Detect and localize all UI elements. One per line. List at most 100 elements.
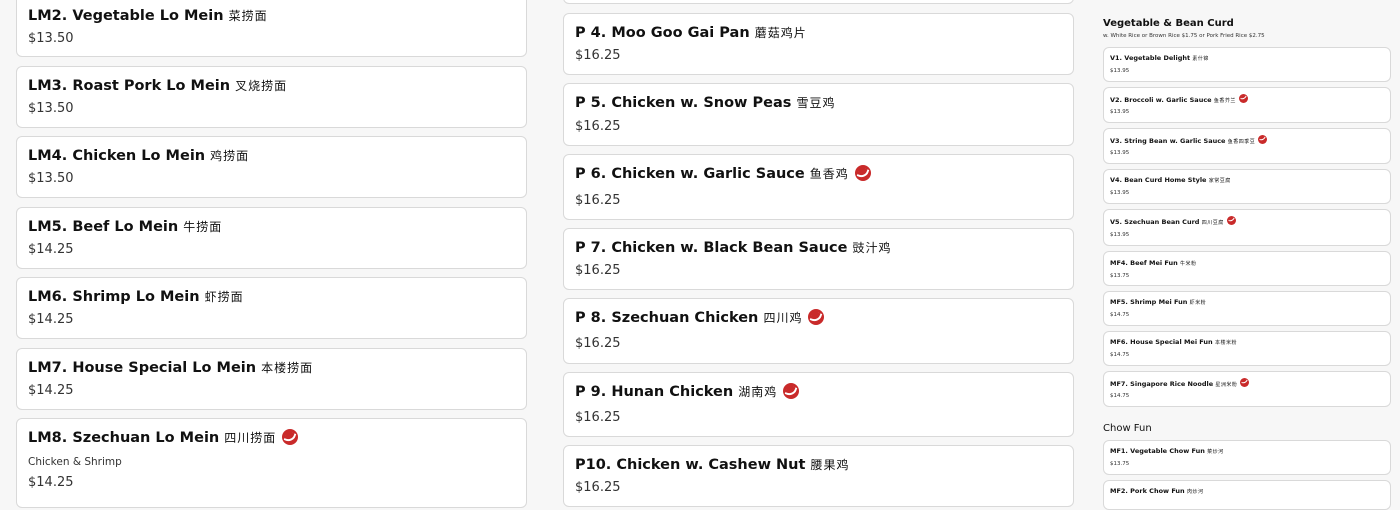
item-name: LM6. Shrimp Lo Mein [28,289,200,305]
menu-item-card[interactable]: MF7. Singapore Rice Noodle 星洲米粉 $14.75 [1103,371,1391,407]
item-price: $13.75 [1110,461,1130,467]
menu-item-card[interactable]: LM6. Shrimp Lo Mein 虾捞面 $14.25 [16,277,527,339]
item-price: $13.95 [1110,150,1130,156]
item-name: LM5. Beef Lo Mein [28,219,179,235]
menu-item-card[interactable]: MF6. House Special Mei Fun 本楼米粉 $14.75 [1103,331,1391,366]
item-name: P 7. Chicken w. Black Bean Sauce [575,240,848,256]
item-price: $14.25 [28,312,74,327]
menu-item-card[interactable]: P 5. Chicken w. Snow Peas 雪豆鸡 $16.25 [563,83,1074,146]
section-subtitle: w. White Rice or Brown Rice $1.75 or Por… [1103,33,1265,39]
item-chinese-name: 蘑菇鸡片 [754,26,807,40]
menu-item-card[interactable]: LM2. Vegetable Lo Mein 菜捞面 $13.50 [16,0,527,57]
item-name: V5. Szechuan Bean Curd [1110,218,1200,226]
item-name: MF1. Vegetable Chow Fun [1110,447,1205,455]
item-price: $13.50 [28,31,74,46]
item-price: $16.25 [575,410,621,425]
menu-item-card[interactable]: LM8. Szechuan Lo Mein 四川捞面 Chicken & Shr… [16,418,527,508]
item-price: $14.25 [28,383,74,398]
menu-item-card[interactable] [563,0,1074,4]
item-price: $13.95 [1110,232,1130,238]
menu-item-card[interactable]: V1. Vegetable Delight 素什锦 $13.95 [1103,47,1391,82]
vegetable-bean-curd-column: Vegetable & Bean Curd w. White Rice or B… [1092,0,1400,510]
item-price: $13.50 [28,101,74,116]
item-name: LM8. Szechuan Lo Mein [28,430,220,446]
item-price: $13.50 [28,171,74,186]
menu-item-card[interactable]: MF5. Shrimp Mei Fun 虾米粉 $14.75 [1103,291,1391,326]
lo-mein-column: LM2. Vegetable Lo Mein 菜捞面 $13.50 LM3. R… [0,0,542,508]
item-name: P 6. Chicken w. Garlic Sauce [575,166,805,182]
menu-item-card[interactable]: P 7. Chicken w. Black Bean Sauce 豉汁鸡 $16… [563,228,1074,290]
item-chinese-name: 虾米粉 [1189,300,1207,306]
item-name: LM7. House Special Lo Mein [28,360,257,376]
menu-item-card[interactable]: LM5. Beef Lo Mein 牛捞面 $14.25 [16,207,527,269]
item-name: V4. Bean Curd Home Style [1110,176,1207,184]
menu-item-card[interactable]: V4. Bean Curd Home Style 家常豆腐 $13.95 [1103,169,1391,204]
menu-item-card[interactable]: MF4. Beef Mei Fun 牛米粉 $13.75 [1103,251,1391,286]
item-price: $16.25 [575,263,621,278]
chili-pepper-icon [1240,378,1250,387]
chili-pepper-icon [783,383,800,399]
item-chinese-name: 豉汁鸡 [852,241,892,255]
menu-item-card[interactable]: V3. String Bean w. Garlic Sauce 鱼香四季豆 $1… [1103,128,1391,164]
item-price: $16.25 [575,119,621,134]
menu-item-card[interactable]: LM3. Roast Pork Lo Mein 叉烧捞面 $13.50 [16,66,527,128]
menu-item-card[interactable]: P 8. Szechuan Chicken 四川鸡 $16.25 [563,298,1074,364]
item-chinese-name: 四川豆腐 [1201,220,1224,226]
item-chinese-name: 星洲米粉 [1215,382,1238,388]
menu-item-card[interactable]: P 4. Moo Goo Gai Pan 蘑菇鸡片 $16.25 [563,13,1074,75]
item-chinese-name: 腰果鸡 [810,458,850,472]
item-chinese-name: 菜捞面 [228,9,268,23]
item-chinese-name: 四川鸡 [763,311,803,325]
menu-item-card[interactable]: MF2. Pork Chow Fun 肉炒河 [1103,480,1391,510]
item-chinese-name: 菜炒河 [1207,449,1224,455]
item-name: P 9. Hunan Chicken [575,384,734,400]
item-price: $14.25 [28,242,74,257]
item-price: $14.75 [1110,312,1130,318]
item-name: MF4. Beef Mei Fun [1110,259,1178,267]
item-price: $13.75 [1110,273,1130,279]
menu-item-card[interactable]: LM7. House Special Lo Mein 本楼捞面 $14.25 [16,348,527,410]
item-chinese-name: 本楼捞面 [261,361,314,375]
item-chinese-name: 鱼香芥兰 [1213,98,1236,104]
menu-item-card[interactable]: P 6. Chicken w. Garlic Sauce 鱼香鸡 $16.25 [563,154,1074,220]
item-description: Chicken & Shrimp [28,456,122,468]
item-chinese-name: 家常豆腐 [1208,178,1231,184]
item-chinese-name: 素什锦 [1192,56,1209,62]
menu-item-card[interactable]: LM4. Chicken Lo Mein 鸡捞面 $13.50 [16,136,527,198]
item-price: $13.95 [1110,68,1130,74]
menu-item-card[interactable]: V5. Szechuan Bean Curd 四川豆腐 $13.95 [1103,209,1391,246]
item-chinese-name: 鸡捞面 [210,149,250,163]
item-price: $16.25 [575,48,621,63]
section-title-chow-fun: Chow Fun [1103,423,1152,434]
chili-pepper-icon [1238,94,1248,103]
item-name: V3. String Bean w. Garlic Sauce [1110,137,1226,145]
menu-item-card[interactable]: V2. Broccoli w. Garlic Sauce 鱼香芥兰 $13.95 [1103,87,1391,123]
item-price: $13.95 [1110,190,1130,196]
item-name: V2. Broccoli w. Garlic Sauce [1110,96,1212,104]
item-chinese-name: 肉炒河 [1186,489,1204,495]
chili-pepper-icon [854,165,871,181]
item-name: MF5. Shrimp Mei Fun [1110,298,1188,306]
item-price: $16.25 [575,336,621,351]
menu-item-card[interactable]: P10. Chicken w. Cashew Nut 腰果鸡 $16.25 [563,445,1074,507]
poultry-column: P 4. Moo Goo Gai Pan 蘑菇鸡片 $16.25 P 5. Ch… [548,0,1088,507]
item-chinese-name: 虾捞面 [204,290,244,304]
item-price: $14.75 [1110,352,1130,358]
item-name: P10. Chicken w. Cashew Nut [575,457,806,473]
item-chinese-name: 本楼米粉 [1214,340,1237,346]
item-name: P 5. Chicken w. Snow Peas [575,95,792,111]
item-chinese-name: 叉烧捞面 [235,79,288,93]
item-name: MF7. Singapore Rice Noodle [1110,380,1214,388]
menu-item-card[interactable]: P 9. Hunan Chicken 湖南鸡 $16.25 [563,372,1074,437]
chili-pepper-icon [1258,135,1268,144]
item-name: LM2. Vegetable Lo Mein [28,8,224,24]
item-name: MF6. House Special Mei Fun [1110,338,1213,346]
menu-item-card[interactable]: MF1. Vegetable Chow Fun 菜炒河 $13.75 [1103,440,1391,475]
item-chinese-name: 鱼香鸡 [809,167,849,181]
item-name: MF2. Pork Chow Fun [1110,487,1185,495]
item-price: $13.95 [1110,109,1130,115]
item-price: $16.25 [575,193,621,208]
section-title: Vegetable & Bean Curd [1103,18,1234,29]
item-name: LM4. Chicken Lo Mein [28,148,206,164]
item-price: $16.25 [575,480,621,495]
